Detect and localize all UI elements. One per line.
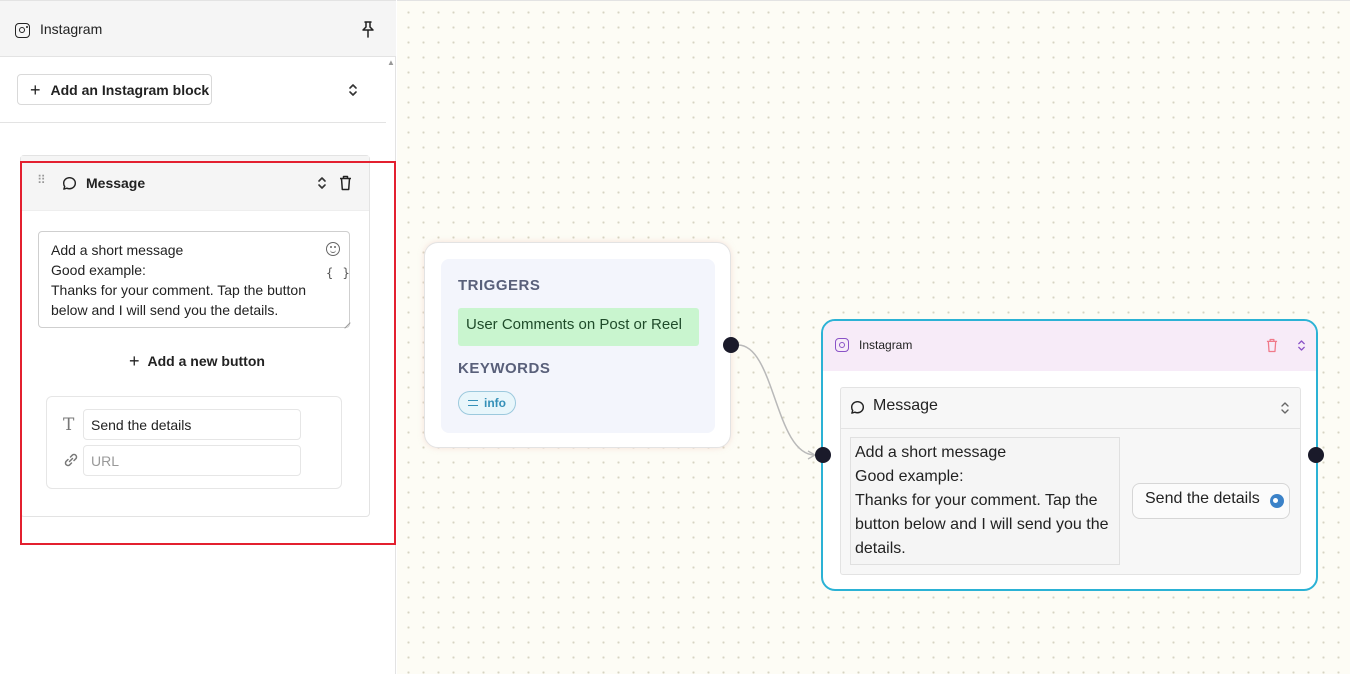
output-port[interactable]: [723, 337, 739, 353]
instagram-node[interactable]: Instagram Message Add a short message Go…: [821, 319, 1318, 591]
instagram-node-header: Instagram: [823, 321, 1316, 371]
add-button-label: Add a new button: [147, 353, 265, 369]
plus-icon: +: [30, 79, 41, 100]
add-new-button-button[interactable]: + Add a new button: [129, 352, 265, 370]
input-port[interactable]: [815, 447, 831, 463]
send-details-button[interactable]: Send the details: [1132, 483, 1290, 519]
trigger-node[interactable]: TRIGGERS User Comments on Post or Reel K…: [424, 242, 731, 448]
sidebar-panel: Instagram + Add an Instagram block ▲ ⠿ M…: [0, 0, 396, 674]
instagram-message-block: Message Add a short message Good example…: [840, 387, 1301, 575]
send-details-label: Send the details: [1145, 490, 1260, 507]
variables-icon[interactable]: { }: [326, 266, 351, 280]
drag-handle-icon[interactable]: ⠿: [37, 174, 46, 186]
canvas-border: [397, 0, 1350, 1]
text-icon: T: [63, 415, 75, 435]
trigger-node-body: TRIGGERS User Comments on Post or Reel K…: [441, 259, 715, 433]
emoji-icon[interactable]: [326, 242, 340, 256]
keyword-chip[interactable]: info: [458, 391, 516, 415]
instagram-message-header: Message: [841, 388, 1300, 429]
button-text-input[interactable]: [83, 409, 301, 440]
instagram-node-title: Instagram: [859, 338, 913, 352]
sidebar-header: Instagram: [0, 0, 396, 57]
message-card: ⠿ Message Add a short message Good examp…: [20, 155, 370, 517]
message-textarea[interactable]: Add a short message Good example: Thanks…: [38, 231, 350, 328]
instagram-icon: [835, 338, 849, 352]
add-instagram-block-button[interactable]: + Add an Instagram block: [17, 74, 212, 105]
instagram-message-title: Message: [873, 397, 938, 414]
triggers-label: TRIGGERS: [458, 277, 541, 294]
instagram-message-text: Add a short message Good example: Thanks…: [850, 437, 1120, 565]
trigger-pill[interactable]: User Comments on Post or Reel: [458, 308, 699, 346]
plus-icon: +: [129, 351, 140, 371]
message-card-header: ⠿ Message: [21, 156, 369, 211]
message-card-title: Message: [86, 175, 146, 191]
chat-bubble-icon: [850, 400, 865, 414]
button-config-card: T: [46, 396, 342, 489]
collapse-expand-icon[interactable]: [1297, 339, 1306, 352]
chat-bubble-icon: [62, 176, 77, 190]
scrollbar-up-arrow[interactable]: ▲: [386, 58, 396, 68]
button-url-input[interactable]: [83, 445, 301, 476]
keywords-label: KEYWORDS: [458, 360, 551, 377]
link-icon: [64, 453, 78, 467]
button-port-icon[interactable]: [1270, 494, 1284, 508]
output-port[interactable]: [1308, 447, 1324, 463]
collapse-expand-icon[interactable]: [348, 83, 358, 97]
trash-icon[interactable]: [1266, 338, 1278, 353]
equals-icon: [468, 400, 478, 406]
sidebar-title: Instagram: [40, 21, 103, 37]
keyword-chip-label: info: [484, 396, 506, 410]
add-block-row: + Add an Instagram block: [0, 58, 386, 123]
add-block-label: Add an Instagram block: [50, 81, 210, 98]
collapse-expand-icon[interactable]: [317, 176, 327, 190]
collapse-expand-icon[interactable]: [1280, 401, 1290, 415]
pin-icon[interactable]: [360, 20, 376, 38]
trash-icon[interactable]: [339, 175, 352, 191]
instagram-icon: [15, 23, 30, 38]
